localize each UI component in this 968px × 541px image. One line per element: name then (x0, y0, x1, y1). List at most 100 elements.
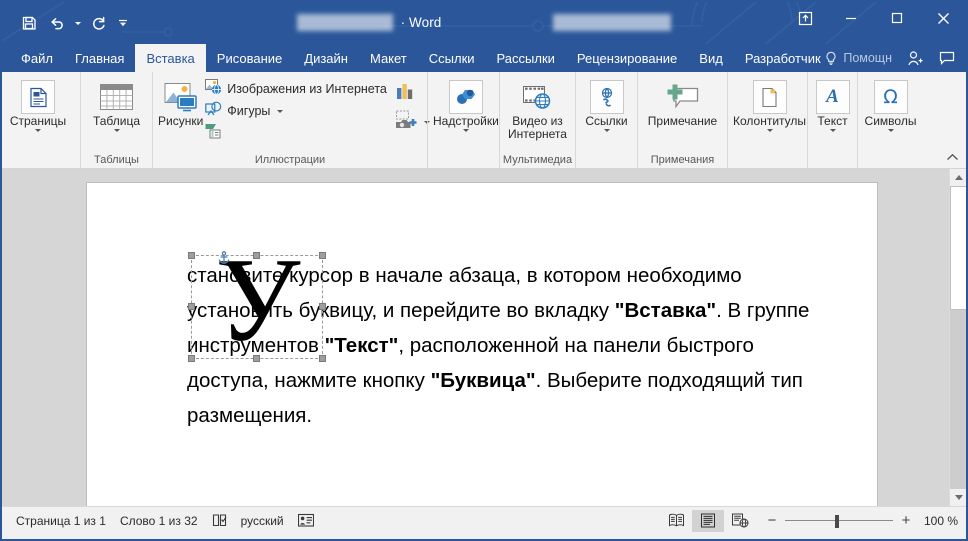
resize-handle-e[interactable] (319, 303, 326, 310)
omega-symbol-icon: Ω (874, 79, 908, 115)
resize-handle-nw[interactable] (188, 252, 195, 259)
scrollbar-thumb[interactable] (950, 186, 966, 310)
links-button[interactable]: Ссылки (581, 76, 632, 132)
resize-handle-n[interactable] (253, 252, 260, 259)
zoom-slider-knob[interactable] (835, 515, 839, 528)
shapes-button[interactable]: Фигуры (203, 100, 387, 122)
pages-dropdown-icon[interactable] (35, 129, 41, 132)
resize-handle-ne[interactable] (319, 252, 326, 259)
symbols-button[interactable]: Ω Символы (863, 76, 918, 132)
word-count[interactable]: Слово 1 из 32 (120, 514, 212, 528)
tab-developer[interactable]: Разработчик (734, 44, 832, 72)
smartart-button[interactable] (203, 122, 387, 144)
drop-cap-frame[interactable]: У (191, 255, 323, 359)
pages-icon (21, 79, 55, 115)
tab-mailings[interactable]: Рассылки (486, 44, 566, 72)
online-video-icon (523, 79, 553, 115)
table-dropdown-icon[interactable] (114, 129, 120, 132)
addins-button[interactable]: Надстройки (433, 76, 499, 132)
group-label-comments: Примечания (638, 153, 727, 168)
ribbon-group-comments: Примечание Примечания (637, 72, 727, 168)
resize-handle-s[interactable] (253, 355, 260, 362)
read-mode-icon[interactable] (660, 510, 692, 532)
group-label-symbols (858, 153, 923, 168)
ribbon-group-links: Ссылки (575, 72, 637, 168)
title-label: · Word (393, 15, 450, 30)
header-footer-dropdown-icon[interactable] (767, 129, 773, 132)
zoom-in-button[interactable]: + (900, 512, 912, 529)
header-footer-icon (753, 79, 787, 115)
tab-review[interactable]: Рецензирование (566, 44, 688, 72)
close-icon[interactable] (920, 2, 966, 34)
text-dropdown-icon[interactable] (830, 129, 836, 132)
status-bar: Страница 1 из 1 Слово 1 из 32 русский (2, 506, 966, 534)
proofing-errors-icon[interactable] (212, 513, 241, 528)
online-pictures-button[interactable]: Изображения из Интернета (203, 78, 387, 100)
tab-view[interactable]: Вид (688, 44, 734, 72)
minimize-icon[interactable] (828, 2, 874, 34)
group-label-addins (428, 153, 499, 168)
online-pictures-label: Изображения из Интернета (227, 82, 387, 96)
document-area[interactable]: становите курсор в начале абзаца, в кото… (2, 169, 966, 506)
zoom-out-button[interactable]: − (766, 512, 778, 529)
tell-me-search[interactable]: Помощн (818, 51, 898, 66)
group-label-illustrations: Иллюстрации (153, 153, 427, 168)
zoom-slider[interactable] (785, 514, 893, 528)
language-indicator[interactable]: русский (241, 514, 298, 528)
scrollbar-track[interactable] (950, 186, 966, 489)
table-button[interactable]: Таблица (86, 76, 147, 132)
tab-design[interactable]: Дизайн (293, 44, 359, 72)
addins-dropdown-icon[interactable] (463, 129, 469, 132)
tabs-right-actions: Помощн (818, 44, 962, 72)
screenshot-button[interactable] (393, 108, 430, 136)
shapes-label: Фигуры (227, 104, 270, 118)
share-person-icon[interactable] (900, 44, 930, 72)
tab-insert[interactable]: Вставка (135, 44, 205, 72)
resize-handle-sw[interactable] (188, 355, 195, 362)
ribbon-options-icon[interactable] (782, 2, 828, 34)
tab-draw[interactable]: Рисование (206, 44, 293, 72)
links-dropdown-icon[interactable] (604, 129, 610, 132)
web-layout-icon[interactable] (724, 510, 756, 532)
pictures-button[interactable]: Рисунки (158, 76, 203, 128)
new-comment-label: Примечание (648, 115, 717, 128)
print-layout-icon[interactable] (692, 510, 724, 532)
document-page[interactable]: становите курсор в начале абзаца, в кото… (87, 183, 877, 506)
page-indicator[interactable]: Страница 1 из 1 (16, 514, 120, 528)
tab-home[interactable]: Главная (64, 44, 135, 72)
tab-layout[interactable]: Макет (359, 44, 418, 72)
chart-button[interactable] (393, 78, 430, 108)
collapse-ribbon-icon[interactable] (944, 149, 960, 165)
maximize-icon[interactable] (874, 2, 920, 34)
chart-icon (395, 82, 415, 105)
symbols-dropdown-icon[interactable] (888, 129, 894, 132)
resize-handle-se[interactable] (319, 355, 326, 362)
new-comment-icon (666, 79, 700, 115)
text-button[interactable]: A Текст (813, 76, 852, 132)
addins-label: Надстройки (433, 115, 499, 128)
status-left: Страница 1 из 1 Слово 1 из 32 русский (2, 513, 326, 528)
pages-button[interactable]: Страницы (7, 76, 69, 132)
scroll-up-button[interactable] (950, 169, 966, 186)
zoom-level-label[interactable]: 100 % (920, 514, 958, 528)
text-label: Текст (817, 115, 847, 128)
pictures-icon (164, 79, 198, 115)
group-label-text (808, 153, 857, 168)
tab-references[interactable]: Ссылки (418, 44, 486, 72)
object-anchor-icon (217, 251, 231, 265)
vertical-scrollbar[interactable] (949, 169, 966, 506)
screenshot-icon (395, 110, 417, 135)
comment-balloon-icon[interactable] (932, 44, 962, 72)
shapes-icon (205, 101, 222, 122)
illustrations-extra-column (387, 76, 430, 136)
shapes-dropdown-icon[interactable] (277, 110, 283, 113)
accessibility-icon[interactable] (298, 513, 326, 528)
links-label: Ссылки (585, 115, 627, 128)
new-comment-button[interactable]: Примечание (643, 76, 722, 128)
online-video-button[interactable]: Видео из Интернета (505, 76, 570, 141)
header-footer-button[interactable]: Колонтитулы (733, 76, 806, 132)
tab-file[interactable]: Файл (10, 44, 64, 72)
resize-handle-w[interactable] (188, 303, 195, 310)
scroll-down-button[interactable] (950, 489, 966, 506)
ribbon: Страницы Таблица (2, 72, 966, 169)
